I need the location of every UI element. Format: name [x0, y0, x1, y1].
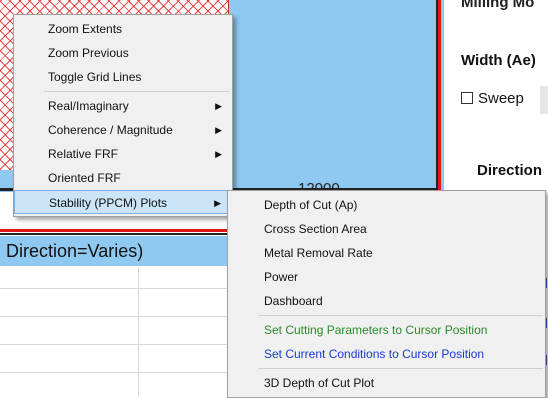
menu-item-label: Metal Removal Rate [264, 246, 373, 260]
grid-line [0, 316, 236, 317]
menu-separator [258, 315, 543, 316]
menu-item-label: Power [264, 270, 299, 284]
checkbox-box[interactable] [461, 92, 473, 104]
grid-column-divider [138, 268, 139, 396]
sweep-label: Sweep [478, 90, 524, 107]
width-ae-label: Width (Ae) [461, 52, 536, 69]
submenu-arrow-icon: ▶ [215, 125, 222, 135]
menu-item-label: Stability (PPCM) Plots [49, 196, 168, 210]
data-grid[interactable] [0, 268, 236, 396]
menu-item-stability-ppcm-plots[interactable]: Stability (PPCM) Plots ▶ [14, 190, 232, 214]
submenu-arrow-icon: ▶ [214, 198, 221, 208]
submenu-item-cross-section-area[interactable]: Cross Section Area [228, 217, 545, 241]
plot-context-menu: Zoom Extents Zoom Previous Toggle Grid L… [13, 14, 233, 217]
submenu-item-power[interactable]: Power [228, 265, 545, 289]
menu-item-label: Zoom Extents [48, 22, 123, 36]
menu-separator [44, 91, 230, 92]
menu-item-toggle-grid-lines[interactable]: Toggle Grid Lines [14, 65, 232, 89]
milling-mode-label: Milling Mo [461, 0, 535, 11]
submenu-item-dashboard[interactable]: Dashboard [228, 289, 545, 313]
submenu-item-metal-removal-rate[interactable]: Metal Removal Rate [228, 241, 545, 265]
menu-item-oriented-frf[interactable]: Oriented FRF [14, 166, 232, 190]
menu-item-relative-frf[interactable]: Relative FRF ▶ [14, 142, 232, 166]
submenu-arrow-icon: ▶ [215, 101, 222, 111]
grid-line [0, 288, 236, 289]
plot-red-border-vertical [438, 0, 441, 192]
menu-item-label: 3D Depth of Cut Plot [264, 376, 375, 390]
menu-item-zoom-extents[interactable]: Zoom Extents [14, 17, 232, 41]
grid-line [0, 372, 236, 373]
menu-item-label: Set Cutting Parameters to Cursor Positio… [264, 323, 488, 337]
menu-item-label: Relative FRF [48, 147, 119, 161]
submenu-item-set-cutting-parameters[interactable]: Set Cutting Parameters to Cursor Positio… [228, 318, 545, 342]
menu-item-label: Real/Imaginary [48, 99, 129, 113]
direction-heading: Direction [477, 162, 543, 179]
menu-item-real-imaginary[interactable]: Real/Imaginary ▶ [14, 94, 232, 118]
width-input-field[interactable] [540, 86, 548, 114]
submenu-item-depth-of-cut[interactable]: Depth of Cut (Ap) [228, 193, 545, 217]
grid-line [0, 344, 236, 345]
submenu-arrow-icon: ▶ [215, 149, 222, 159]
direction-title-bar: Direction=Varies) [0, 236, 236, 266]
menu-item-label: Coherence / Magnitude [48, 123, 173, 137]
submenu-item-3d-depth-of-cut-plot[interactable]: 3D Depth of Cut Plot [228, 371, 545, 395]
menu-item-label: Set Current Conditions to Cursor Positio… [264, 347, 485, 361]
stability-plots-submenu: Depth of Cut (Ap) Cross Section Area Met… [227, 190, 546, 398]
menu-separator [258, 368, 543, 369]
menu-item-label: Oriented FRF [48, 171, 121, 185]
menu-item-label: Depth of Cut (Ap) [264, 198, 358, 212]
menu-item-label: Dashboard [264, 294, 323, 308]
menu-item-label: Cross Section Area [264, 222, 367, 236]
menu-item-label: Zoom Previous [48, 46, 129, 60]
menu-item-coherence-magnitude[interactable]: Coherence / Magnitude ▶ [14, 118, 232, 142]
menu-item-label: Toggle Grid Lines [48, 70, 142, 84]
sweep-checkbox[interactable]: Sweep [461, 90, 524, 107]
menu-item-zoom-previous[interactable]: Zoom Previous [14, 41, 232, 65]
submenu-item-set-current-conditions[interactable]: Set Current Conditions to Cursor Positio… [228, 342, 545, 366]
